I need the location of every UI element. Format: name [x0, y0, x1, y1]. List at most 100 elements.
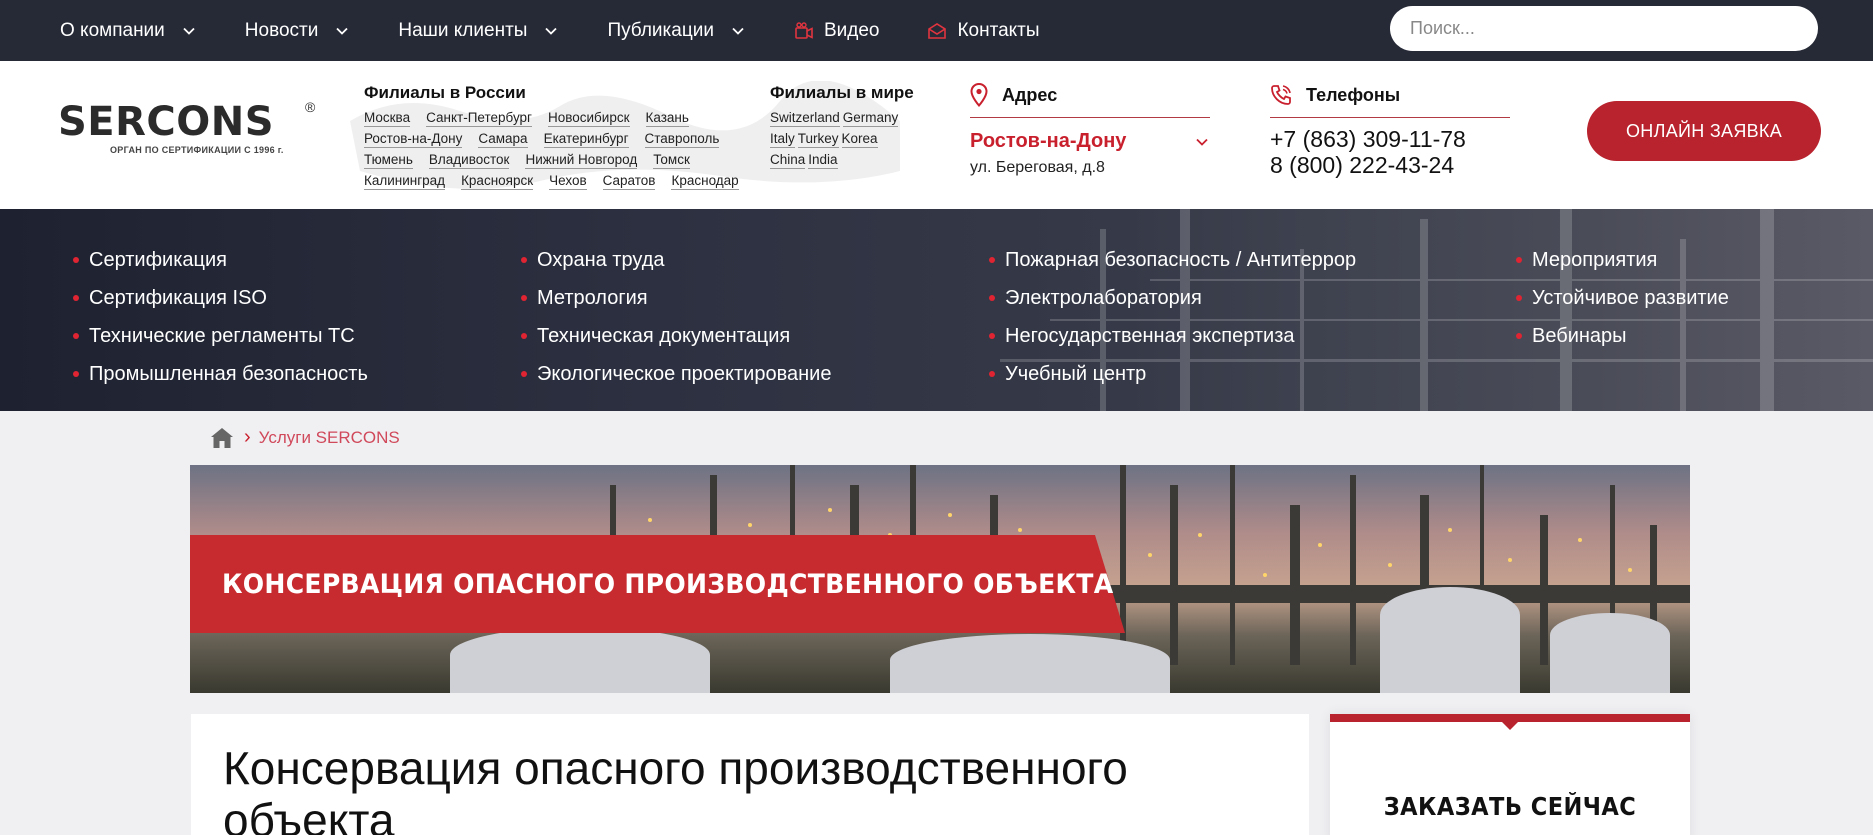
service-link[interactable]: Электролаборатория	[989, 279, 1356, 317]
nav-contacts[interactable]: Контакты	[927, 19, 1040, 42]
phones-label-text: Телефоны	[1306, 84, 1401, 105]
service-link[interactable]: Негосударственная экспертиза	[989, 317, 1356, 355]
branch-link-tomsk[interactable]: Томск	[653, 152, 690, 169]
main-content: Консервация опасного производственного о…	[191, 714, 1309, 835]
home-icon[interactable]	[210, 427, 234, 449]
branch-link-turkey[interactable]: Turkey	[797, 131, 839, 148]
branches-world-list: Switzerland Germany Italy Turkey Korea C…	[770, 108, 914, 171]
branch-link-spb[interactable]: Санкт-Петербург	[426, 110, 532, 127]
breadcrumb-current[interactable]: Услуги SERCONS	[259, 428, 400, 448]
branch-link-nnovgorod[interactable]: Нижний Новгород	[525, 152, 638, 169]
service-link[interactable]: Устойчивое развитие	[1516, 279, 1729, 317]
nav-about[interactable]: О компании	[60, 20, 197, 42]
address-block: Адрес Ростов-на-Дону ул. Береговая, д.8	[970, 83, 1210, 177]
chevron-down-icon	[732, 27, 744, 35]
branch-link-vladivostok[interactable]: Владивосток	[428, 152, 510, 169]
branch-link-kaliningrad[interactable]: Калининград	[364, 173, 446, 190]
service-link-label: Метрология	[537, 286, 648, 309]
service-link-label: Технические регламенты ТС	[89, 324, 355, 347]
services-nav: Сертификация Сертификация ISO Технически…	[0, 209, 1873, 411]
map-pin-icon	[970, 83, 988, 107]
bullet-dot	[73, 333, 79, 339]
branches-world: Филиалы в мире Switzerland Germany Italy…	[770, 83, 914, 171]
branches-russia: Филиалы в России Москва Санкт-Петербург …	[364, 83, 755, 192]
logo-tagline: ОРГАН ПО СЕРТИФИКАЦИИ С 1996 г.	[110, 145, 284, 155]
branch-link-krasnodar[interactable]: Краснодар	[671, 173, 739, 190]
service-link[interactable]: Учебный центр	[989, 355, 1356, 393]
order-now-heading: ЗАКАЗАТЬ СЕЙЧАС	[1383, 792, 1637, 821]
nav-contacts-label: Контакты	[957, 19, 1040, 41]
bullet-dot	[521, 295, 527, 301]
services-column-3: Пожарная безопасность / Антитеррор Элект…	[989, 241, 1356, 393]
service-link-label: Электролаборатория	[1005, 286, 1202, 309]
branch-link-moscow[interactable]: Москва	[364, 110, 411, 127]
branch-link-germany[interactable]: Germany	[842, 110, 899, 127]
branch-link-novosibirsk[interactable]: Новосибирск	[547, 110, 630, 127]
bullet-dot	[1516, 333, 1522, 339]
nav-about-label: О компании	[60, 19, 165, 41]
branch-link-tyumen[interactable]: Тюмень	[364, 152, 413, 169]
online-request-button[interactable]: ОНЛАЙН ЗАЯВКА	[1587, 101, 1821, 161]
service-link[interactable]: Метрология	[521, 279, 831, 317]
chevron-down-icon	[183, 27, 195, 35]
nav-news[interactable]: Новости	[245, 20, 351, 42]
address-label: Адрес	[970, 83, 1210, 107]
branch-link-switzerland[interactable]: Switzerland	[770, 110, 840, 127]
city-selector-value: Ростов-на-Дону	[970, 130, 1127, 152]
service-link-label: Сертификация	[89, 248, 227, 271]
branches-russia-list: Москва Санкт-Петербург Новосибирск Казан…	[364, 108, 755, 192]
nav-clients[interactable]: Наши клиенты	[398, 20, 559, 42]
branch-link-italy[interactable]: Italy	[770, 131, 795, 148]
search-input[interactable]	[1390, 6, 1818, 51]
order-sidebar: ЗАКАЗАТЬ СЕЙЧАС	[1330, 714, 1690, 835]
branch-link-krasnoyarsk[interactable]: Красноярск	[461, 173, 534, 190]
branches-world-title: Филиалы в мире	[770, 83, 914, 102]
bullet-dot	[989, 295, 995, 301]
service-link[interactable]: Вебинары	[1516, 317, 1729, 355]
phones-divider	[1270, 117, 1510, 118]
bullet-dot	[521, 371, 527, 377]
banner-title: КОНСЕРВАЦИЯ ОПАСНОГО ПРОИЗВОДСТВЕННОГО О…	[222, 569, 1114, 600]
service-link-label: Негосударственная экспертиза	[1005, 324, 1295, 347]
bullet-dot	[73, 257, 79, 263]
service-link[interactable]: Пожарная безопасность / Антитеррор	[989, 241, 1356, 279]
service-link[interactable]: Технические регламенты ТС	[73, 317, 368, 355]
phones-block: Телефоны +7 (863) 309-11-78 8 (800) 222-…	[1270, 83, 1510, 178]
branch-link-chekhov[interactable]: Чехов	[549, 173, 587, 190]
phone-number-2[interactable]: 8 (800) 222-43-24	[1270, 152, 1510, 178]
service-link[interactable]: Мероприятия	[1516, 241, 1729, 279]
nav-publications[interactable]: Публикации	[607, 20, 746, 42]
city-selector[interactable]: Ростов-на-Дону	[970, 130, 1210, 153]
branch-link-rostov[interactable]: Ростов-на-Дону	[364, 131, 463, 148]
bullet-dot	[521, 257, 527, 263]
branch-link-samara[interactable]: Самара	[478, 131, 528, 148]
bullet-dot	[521, 333, 527, 339]
nav-publications-label: Публикации	[607, 19, 714, 41]
service-link[interactable]: Экологическое проектирование	[521, 355, 831, 393]
site-header: SERCONS ® ОРГАН ПО СЕРТИФИКАЦИИ С 1996 г…	[0, 61, 1873, 209]
service-link-label: Устойчивое развитие	[1532, 286, 1729, 309]
branch-link-stavropol[interactable]: Ставрополь	[644, 131, 720, 148]
service-link[interactable]: Промышленная безопасность	[73, 355, 368, 393]
service-link[interactable]: Техническая документация	[521, 317, 831, 355]
logo[interactable]: SERCONS ® ОРГАН ПО СЕРТИФИКАЦИИ С 1996 г…	[58, 99, 328, 159]
branches-russia-title: Филиалы в России	[364, 83, 526, 102]
nav-clients-label: Наши клиенты	[398, 19, 528, 41]
phones-label: Телефоны	[1270, 83, 1510, 107]
branch-link-india[interactable]: India	[808, 152, 838, 169]
service-link-label: Промышленная безопасность	[89, 362, 368, 385]
address-divider	[970, 117, 1210, 118]
branch-link-korea[interactable]: Korea	[841, 131, 878, 148]
branch-link-kazan[interactable]: Казань	[645, 110, 689, 127]
nav-video[interactable]: Видео	[794, 20, 879, 42]
branch-link-ekaterinburg[interactable]: Екатеринбург	[543, 131, 629, 148]
top-bar: О компании Новости Наши клиенты Публикац…	[0, 0, 1873, 61]
service-link[interactable]: Сертификация ISO	[73, 279, 368, 317]
branch-link-saratov[interactable]: Саратов	[602, 173, 656, 190]
service-link[interactable]: Сертификация	[73, 241, 368, 279]
branch-link-china[interactable]: China	[770, 152, 806, 169]
service-link[interactable]: Охрана труда	[521, 241, 831, 279]
phone-number-1[interactable]: +7 (863) 309-11-78	[1270, 126, 1510, 152]
service-link-label: Пожарная безопасность / Антитеррор	[1005, 248, 1357, 271]
bullet-dot	[73, 295, 79, 301]
